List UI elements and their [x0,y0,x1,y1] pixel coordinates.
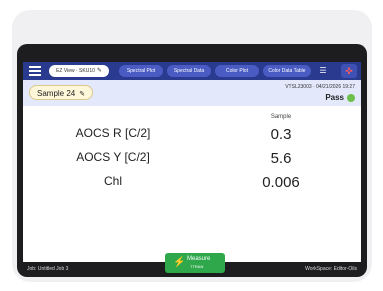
tab-color-data-table[interactable]: Color Data Table [263,65,311,77]
list-add-icon[interactable]: ☰ [315,66,331,76]
lightning-icon: ⚡ [173,257,186,268]
pencil-icon: ✎ [79,91,86,98]
tab-ez-view[interactable]: EZ View · SKU10 ✎ [49,65,109,77]
table-row: AOCS Y [C/2] 5.6 [23,150,361,172]
sample-name-label: Sample 24 [37,89,76,98]
tab-color-plot[interactable]: Color Plot [215,65,259,77]
hamburger-menu-icon[interactable] [29,66,41,76]
pass-status: Pass [325,93,355,102]
measure-button[interactable]: ⚡ Measure TTRAN [165,253,225,273]
column-header-sample: Sample [270,114,292,120]
tab-spectral-data[interactable]: Spectral Data [167,65,211,77]
tab-ez-view-label: EZ View · SKU10 [56,68,95,74]
target-icon[interactable]: ✜ [341,64,357,78]
table-row: Chl 0.006 [23,174,361,196]
pass-indicator-icon [347,93,355,102]
table-row: AOCS R [C/2] 0.3 [23,126,361,148]
pencil-icon[interactable]: ✎ [97,68,102,74]
measure-label: Measure [187,256,211,262]
tab-label: Spectral Data [173,68,205,74]
row-value: 5.6 [270,150,292,167]
tab-label: Color Data Table [268,68,306,74]
sample-header: Sample 24 ✎ VTSL23003 · 04/21/2026 19:27 … [23,80,361,106]
pass-label: Pass [325,93,344,102]
row-value: 0.006 [262,174,300,191]
top-nav-bar: EZ View · SKU10 ✎ Spectral Plot Spectral … [23,62,361,80]
tab-label: Color Plot [226,68,248,74]
row-label: Chl [103,174,122,188]
row-label: AOCS R [C/2] [75,126,151,140]
sample-name-button[interactable]: Sample 24 ✎ [29,85,93,100]
workspace-label: WorkSpace: Editor-Oils [305,266,357,272]
app-screen: EZ View · SKU10 ✎ Spectral Plot Spectral … [23,62,361,276]
instrument-status-line: VTSL23003 · 04/21/2026 19:27 [285,84,355,90]
row-value: 0.3 [270,126,292,143]
tab-spectral-plot[interactable]: Spectral Plot [119,65,163,77]
measure-mode-label: TTRAN [190,264,204,269]
row-label: AOCS Y [C/2] [76,150,150,164]
job-label: Job: Untitled Job 3 [27,266,69,272]
tab-label: Spectral Plot [126,68,156,74]
